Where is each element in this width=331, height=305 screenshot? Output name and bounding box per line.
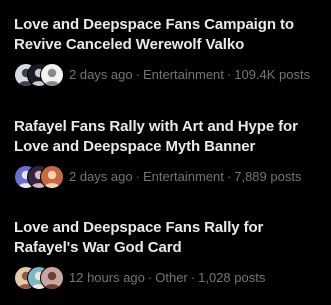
separator-dot: ·: [147, 270, 153, 285]
separator-dot: ·: [226, 67, 232, 82]
story-time: 12 hours ago: [69, 270, 145, 285]
story-title[interactable]: Rafayel Fans Rally with Art and Hype for…: [14, 117, 326, 157]
avatar-photo-icon: [40, 63, 64, 87]
story-metadata: 2 days ago · Entertainment · 109.4K posts: [69, 67, 310, 83]
separator-dot: ·: [226, 169, 232, 184]
avatar-photo-icon: [40, 165, 64, 189]
story-title[interactable]: Love and Deepspace Fans Campaign to Revi…: [14, 15, 326, 55]
trending-story-1[interactable]: Love and Deepspace Fans Campaign to Revi…: [0, 15, 331, 95]
story-post-count: 1,028 posts: [198, 270, 266, 285]
story-category: Entertainment: [142, 169, 224, 184]
avatar-stack: [14, 266, 66, 290]
story-metadata: 12 hours ago · Other · 1,028 posts: [69, 270, 265, 286]
story-meta: 2 days ago · Entertainment · 7,889 posts: [14, 164, 301, 190]
story-post-count: 7,889 posts: [234, 169, 302, 184]
trending-story-3[interactable]: Love and Deepspace Fans Rally for Rafaye…: [0, 218, 331, 298]
separator-dot: ·: [190, 270, 196, 285]
story-meta: 2 days ago · Entertainment · 109.4K posts: [14, 62, 310, 88]
avatar-photo-icon: [40, 266, 64, 290]
trending-story-2[interactable]: Rafayel Fans Rally with Art and Hype for…: [0, 117, 331, 197]
story-title[interactable]: Love and Deepspace Fans Rally for Rafaye…: [14, 218, 326, 258]
trending-feed: Love and Deepspace Fans Campaign to Revi…: [0, 0, 331, 305]
separator-dot: ·: [135, 169, 140, 184]
avatar-stack: [14, 63, 66, 87]
story-metadata: 2 days ago · Entertainment · 7,889 posts: [69, 169, 301, 185]
story-category: Entertainment: [142, 67, 224, 82]
story-time: 2 days ago: [69, 67, 133, 82]
story-category: Other: [155, 270, 188, 285]
avatar-stack: [14, 165, 66, 189]
story-time: 2 days ago: [69, 169, 133, 184]
story-post-count: 109.4K posts: [234, 67, 311, 82]
separator-dot: ·: [135, 67, 140, 82]
story-meta: 12 hours ago · Other · 1,028 posts: [14, 265, 265, 291]
